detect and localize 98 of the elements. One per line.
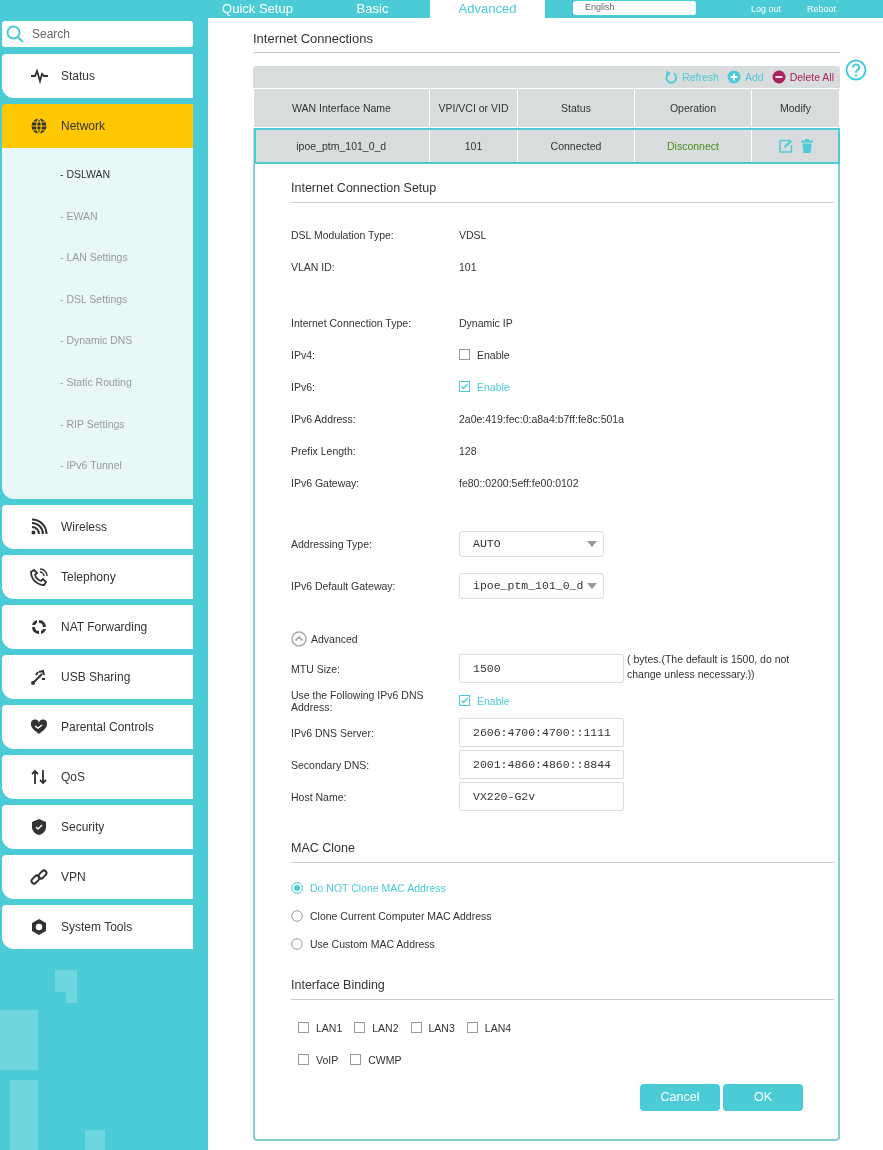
hint-text: ( bytes.(The default is 1500, do not change unless necessary.)) [627, 652, 791, 682]
checkbox[interactable] [410, 1022, 422, 1033]
field-value: VDSL [459, 228, 487, 241]
field-label: IPv4: [291, 348, 316, 361]
checkbox-label[interactable]: LAN4 [484, 1021, 512, 1034]
field-label: IPv6: [291, 380, 316, 393]
checkbox-label[interactable]: LAN3 [428, 1021, 455, 1034]
checkbox[interactable] [350, 1054, 362, 1065]
section-title: Internet Connection Setup [291, 180, 834, 203]
checkbox[interactable] [354, 1022, 366, 1033]
column-header: Status [517, 88, 635, 128]
field-label: IPv6 DNS Server: [291, 726, 375, 739]
section-title: Interface Binding [291, 977, 834, 1000]
field-label: IPv6 Address: [291, 412, 357, 425]
field-value: 2a0e:419:fec:0:a8a4:b7ff:fe8c:501a [459, 412, 625, 425]
minus-circle-icon [771, 70, 786, 84]
field-label: Use the Following IPv6 DNS Address: [291, 688, 425, 713]
table-cell: Connected [517, 127, 635, 164]
input-field[interactable]: 2001:4860:4860::8844 [459, 750, 624, 779]
radio-button[interactable] [291, 909, 303, 922]
sidebar-item[interactable]: QoS [2, 755, 193, 799]
section-title: MAC Clone [291, 840, 834, 863]
menu-icon [30, 518, 48, 536]
field-label: Secondary DNS: [291, 758, 371, 771]
checkbox-label[interactable]: LAN1 [316, 1021, 343, 1034]
add-icon [726, 70, 741, 84]
checkbox-label[interactable]: CWMP [368, 1053, 402, 1066]
caret-icon [587, 582, 597, 589]
field-label: Host Name: [291, 790, 348, 803]
field-label: Addressing Type: [291, 537, 373, 550]
sidebar-item[interactable]: Security [2, 805, 193, 849]
menu-icon [30, 117, 48, 135]
search-field[interactable]: Search [2, 21, 193, 47]
field-label: MTU Size: [291, 662, 341, 675]
checkbox-label[interactable]: Enable [477, 348, 510, 361]
radio-button[interactable] [291, 937, 303, 950]
checkbox-label[interactable]: LAN2 [372, 1021, 399, 1034]
sidebar-item[interactable]: VPN [2, 855, 193, 899]
checkbox[interactable] [298, 1022, 309, 1033]
submenu-item[interactable]: - DSLWAN [60, 168, 193, 210]
menu-icon [30, 868, 48, 886]
edit-icon[interactable] [778, 138, 793, 153]
radio-button[interactable] [291, 881, 303, 894]
field-value: 128 [459, 444, 477, 457]
section-title: Internet Connections [253, 31, 840, 53]
checkbox[interactable] [459, 381, 470, 392]
input-field[interactable]: 1500 [459, 654, 624, 683]
advanced-toggle[interactable]: Advanced [291, 630, 834, 647]
field-label: VLAN ID: [291, 260, 336, 273]
radio-label[interactable]: Clone Current Computer MAC Address [310, 909, 492, 922]
menu-icon [30, 918, 48, 936]
column-header: Operation [634, 88, 752, 128]
sidebar-item[interactable]: USB Sharing [2, 655, 193, 699]
help-icon[interactable] [845, 59, 867, 81]
field-value: Dynamic IP [459, 316, 513, 329]
collapse-icon [291, 630, 307, 647]
trash-icon[interactable] [800, 138, 813, 153]
menu-icon [30, 668, 48, 686]
sidebar-item[interactable]: Telephony [2, 555, 193, 599]
sidebar-item[interactable]: Network [2, 104, 193, 148]
search-icon [6, 25, 24, 43]
checkbox[interactable] [466, 1022, 478, 1033]
menu-icon [30, 718, 48, 736]
radio-label[interactable]: Use Custom MAC Address [310, 937, 435, 950]
column-header: WAN Interface Name [253, 88, 430, 128]
menu-icon [30, 768, 48, 786]
language-dropdown[interactable]: English [573, 1, 696, 15]
field-label: IPv6 Gateway: [291, 476, 361, 489]
field-value: fe80::0200:5eff:fe00:0102 [459, 476, 579, 489]
field-label: Internet Connection Type: [291, 316, 413, 329]
field-label: DSL Modulation Type: [291, 228, 395, 241]
field-label: IPv6 Default Gateway: [291, 579, 397, 592]
menu-icon [30, 618, 48, 636]
input-field[interactable]: 2606:4700:4700::1111 [459, 718, 624, 747]
sidebar-item[interactable]: System Tools [2, 905, 193, 949]
refresh-icon [664, 70, 679, 84]
sidebar-item[interactable]: NAT Forwarding [2, 605, 193, 649]
checkbox-label[interactable]: VoIP [316, 1053, 339, 1066]
checkbox[interactable] [459, 349, 470, 360]
caret-icon [587, 540, 597, 547]
menu-icon [30, 67, 48, 85]
menu-icon [30, 568, 48, 586]
table-cell: 101 [429, 127, 518, 164]
sidebar-item[interactable]: Parental Controls [2, 705, 193, 749]
checkbox[interactable] [459, 695, 470, 706]
dropdown[interactable]: AUTO [459, 530, 604, 557]
table-cell: ipoe_ptm_101_0_d [253, 127, 430, 164]
field-value: 101 [459, 260, 477, 273]
column-header: Modify [751, 88, 840, 128]
delete-button[interactable]: Delete All [771, 70, 834, 84]
field-label: Prefix Length: [291, 444, 357, 457]
menu-icon [30, 818, 48, 836]
column-header: VPI/VCI or VID [429, 88, 518, 128]
sidebar-item[interactable]: Wireless [2, 505, 193, 549]
input-field[interactable]: VX220-G2v [459, 782, 624, 811]
sidebar-item[interactable]: Status [2, 54, 193, 98]
dropdown[interactable]: ipoe_ptm_101_0_d [459, 572, 604, 599]
checkbox[interactable] [298, 1054, 309, 1065]
